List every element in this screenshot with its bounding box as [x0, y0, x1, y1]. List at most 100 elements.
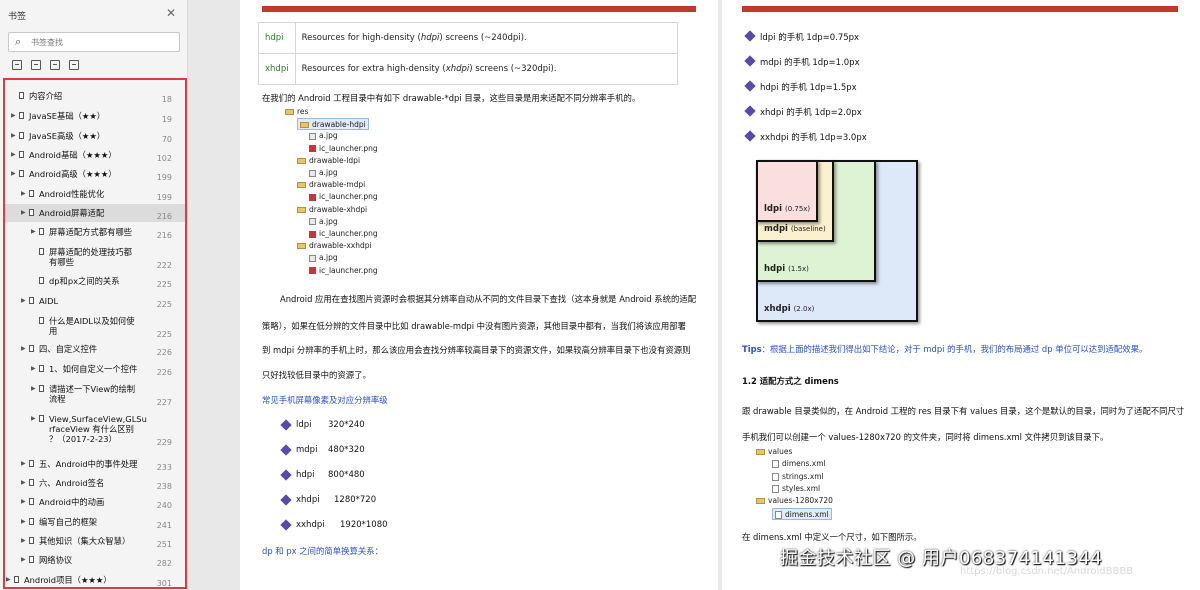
bookmark-item[interactable]: ▶ AIDL 225	[5, 292, 185, 310]
expand-arrow-icon[interactable]: ▶	[21, 479, 26, 486]
expand-arrow-icon[interactable]: ▶	[21, 345, 26, 352]
expand-arrow-icon[interactable]: ▶	[21, 556, 26, 563]
bookmark-page-number: 216	[156, 212, 172, 221]
bookmark-item[interactable]: ▶ JavaSE高级（★★） 70	[5, 127, 185, 145]
bookmark-page-number: 199	[156, 193, 172, 202]
bookmark-item[interactable]: ▶ 编写自己的框架 241	[5, 513, 185, 531]
expand-arrow-icon[interactable]: ▶	[11, 151, 16, 158]
tree-node[interactable]: ic_launcher.png	[309, 228, 378, 240]
expand-arrow-icon[interactable]: ▶	[21, 518, 26, 525]
bookmark-item[interactable]: ▶ Android屏幕适配 216	[5, 204, 185, 222]
resolution-key: ldpi	[296, 420, 312, 430]
tree-node-label: drawable-hdpi	[312, 120, 366, 130]
expand-arrow-icon[interactable]: ▶	[6, 576, 11, 583]
tree-node[interactable]: ic_launcher.png	[309, 191, 378, 203]
diamond-bullet-icon	[280, 519, 292, 531]
diamond-bullet-icon	[280, 469, 292, 481]
tree-node[interactable]: res	[285, 106, 308, 118]
bookmark-item[interactable]: 屏幕适配的处理技巧都 有哪些 222	[5, 243, 185, 271]
tree-node[interactable]: drawable-mdpi	[297, 179, 365, 191]
bookmark-item[interactable]: ▶ Android中的动画 240	[5, 493, 185, 511]
bookmark-page-number: 18	[161, 95, 172, 104]
tree-node-label: drawable-xhdpi	[309, 204, 368, 214]
bookmark-label: 网络协议	[39, 555, 73, 565]
close-icon[interactable]: ✕	[166, 6, 176, 20]
tree-node[interactable]: strings.xml	[772, 471, 824, 483]
collapse-all-icon[interactable]	[31, 60, 41, 70]
bookmark-item[interactable]: ▶ 屏幕适配方式都有哪些 216	[5, 223, 185, 241]
bookmark-item[interactable]: ▶ 网络协议 282	[5, 551, 185, 569]
bookmark-item[interactable]: ▶ Android基础（★★★） 102	[5, 146, 185, 164]
bookmark-page-icon	[39, 385, 44, 392]
expand-arrow-icon[interactable]: ▶	[31, 228, 36, 235]
bookmark-page-icon	[39, 415, 44, 422]
tree-node[interactable]: a.jpg	[309, 130, 338, 142]
expand-arrow-icon[interactable]: ▶	[21, 537, 26, 544]
tree-node[interactable]: dimens.xml	[772, 507, 832, 520]
diamond-bullet-icon	[744, 105, 756, 117]
bookmark-item[interactable]: dp和px之间的关系 225	[5, 272, 185, 290]
tree-node[interactable]: a.jpg	[309, 167, 338, 179]
bookmark-toolbar	[12, 60, 79, 70]
image-file-icon	[309, 169, 316, 177]
bookmark-item[interactable]: ▶ Android高级（★★★） 199	[5, 165, 185, 183]
bookmark-item[interactable]: 内容介绍 18	[5, 87, 185, 105]
bookmark-item[interactable]: ▶ Android项目（★★★） 301	[5, 571, 185, 587]
tree-node[interactable]: a.jpg	[309, 252, 338, 264]
bookmark-icon[interactable]	[69, 60, 79, 70]
bookmark-search-input[interactable]	[31, 36, 171, 49]
bookmark-item[interactable]: ▶ 六、Android签名 238	[5, 474, 185, 492]
tree-node[interactable]: dimens.xml	[772, 458, 826, 470]
bookmark-page-number: 226	[156, 368, 172, 377]
tree-node-label: a.jpg	[319, 131, 338, 141]
bookmark-label: Android高级（★★★）	[29, 169, 117, 179]
paragraph-line: 跟 drawable 目录类似的，在 Android 工程的 res 目录下有 …	[742, 406, 1185, 416]
tree-node-label: styles.xml	[782, 483, 821, 493]
tree-node[interactable]: drawable-hdpi	[297, 118, 369, 131]
tree-node[interactable]: values-1280x720	[756, 495, 833, 507]
expand-arrow-icon[interactable]: ▶	[21, 190, 26, 197]
expand-arrow-icon[interactable]: ▶	[11, 112, 16, 119]
bookmark-item[interactable]: ▶ JavaSE基础（★★） 19	[5, 107, 185, 125]
expand-all-icon[interactable]	[12, 60, 22, 70]
bookmark-item[interactable]: ▶ Android性能优化 199	[5, 185, 185, 203]
diamond-bullet-icon	[280, 444, 292, 456]
folder-icon	[297, 206, 306, 213]
folder-icon	[756, 498, 765, 505]
expand-arrow-icon[interactable]: ▶	[21, 209, 26, 216]
expand-arrow-icon[interactable]: ▶	[31, 365, 36, 372]
expand-arrow-icon[interactable]: ▶	[31, 385, 36, 392]
bookmark-item[interactable]: ▶ 五、Android中的事件处理 233	[5, 455, 185, 473]
bookmark-page-number: 282	[156, 559, 172, 568]
bookmark-item[interactable]: ▶ View,SurfaceView,GLSu rfaceView 有什么区别 ？…	[5, 410, 185, 448]
xml-file-icon	[772, 460, 779, 469]
bookmark-item[interactable]: ▶ 四、自定义控件 226	[5, 340, 185, 358]
tree-node[interactable]: ic_launcher.png	[309, 265, 378, 277]
tree-node[interactable]: ic_launcher.png	[309, 143, 378, 155]
tree-node-label: strings.xml	[782, 471, 824, 481]
tree-node[interactable]: drawable-ldpi	[297, 155, 360, 167]
bookmark-label: 屏幕适配的处理技巧都 有哪些	[49, 247, 132, 267]
expand-arrow-icon[interactable]: ▶	[11, 170, 16, 177]
tree-node[interactable]: values	[756, 446, 792, 458]
tree-node-label: drawable-xxhdpi	[309, 241, 372, 251]
bookmark-item[interactable]: ▶ 其他知识（集大众智慧） 251	[5, 532, 185, 550]
bookmark-item[interactable]: 什么是AIDL以及如何使 用 225	[5, 312, 185, 340]
expand-arrow-icon[interactable]: ▶	[21, 498, 26, 505]
bookmark-item[interactable]: ▶ 请描述一下View的绘制 流程 227	[5, 380, 185, 408]
page-header-bar	[262, 6, 696, 12]
bookmark-page-icon	[29, 345, 34, 352]
bookmark-search[interactable]: ⌕	[8, 32, 180, 52]
bookmark-item[interactable]: ▶ 1、如何自定义一个控件 226	[5, 360, 185, 378]
expand-arrow-icon[interactable]: ▶	[31, 415, 36, 422]
tree-node[interactable]: drawable-xxhdpi	[297, 240, 372, 252]
expand-arrow-icon[interactable]: ▶	[21, 297, 26, 304]
paragraph-line: Android 应用在查找图片资源时会根据其分辨率自动从不同的文件目录下查找（这…	[280, 294, 697, 304]
tree-node[interactable]: drawable-xhdpi	[297, 204, 367, 216]
tree-node[interactable]: a.jpg	[309, 216, 338, 228]
expand-arrow-icon[interactable]: ▶	[21, 460, 26, 467]
bookmark-label: 编写自己的框架	[39, 517, 98, 527]
tree-node[interactable]: styles.xml	[772, 483, 820, 495]
add-bookmark-icon[interactable]	[50, 60, 60, 70]
expand-arrow-icon[interactable]: ▶	[11, 132, 16, 139]
